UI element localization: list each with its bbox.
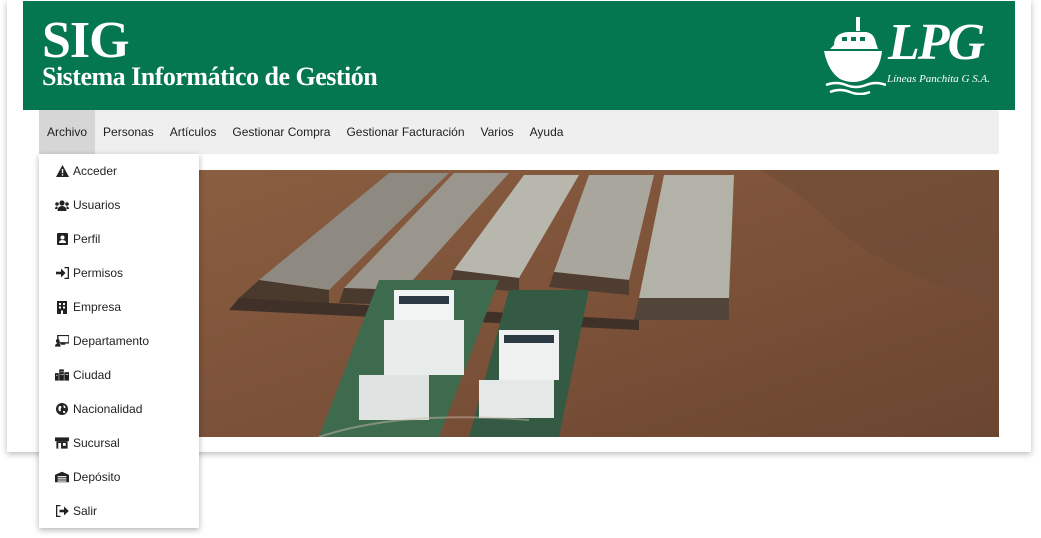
hero-barges-image: [199, 170, 999, 437]
nav-gestionar-compra[interactable]: Gestionar Compra: [224, 110, 338, 154]
menu-label: Usuarios: [73, 198, 121, 212]
menu-label: Acceder: [73, 164, 118, 178]
app-subtitle: Sistema Informático de Gestión: [42, 62, 378, 91]
profile-card-icon: [55, 232, 69, 246]
nav-archivo[interactable]: Archivo: [39, 110, 96, 154]
menu-item-salir[interactable]: Salir: [39, 494, 199, 528]
nav-varios[interactable]: Varios: [473, 110, 522, 154]
menu-item-sucursal[interactable]: Sucursal: [39, 426, 199, 460]
menu-label: Permisos: [73, 266, 124, 280]
nav-ayuda[interactable]: Ayuda: [522, 110, 572, 154]
menu-label: Perfil: [73, 232, 101, 246]
company-logo-subtitle: Líneas Panchita G S.A.: [887, 73, 990, 85]
menu-label: Ciudad: [73, 368, 112, 382]
menu-item-permisos[interactable]: Permisos: [39, 256, 199, 290]
sign-out-icon: [55, 504, 69, 518]
ship-logo-icon: [824, 17, 886, 95]
nav-personas[interactable]: Personas: [95, 110, 162, 154]
menu-label: Depósito: [73, 470, 121, 484]
chalkboard-teacher-icon: [55, 334, 69, 348]
building-icon: [55, 300, 69, 314]
menu-label: Nacionalidad: [73, 402, 143, 416]
menu-item-departamento[interactable]: Departamento: [39, 324, 199, 358]
menu-item-perfil[interactable]: Perfil: [39, 222, 199, 256]
sign-in-icon: [55, 266, 69, 280]
menu-label: Salir: [73, 504, 98, 518]
nav-gestionar-facturacion[interactable]: Gestionar Facturación: [338, 110, 472, 154]
menu-item-deposito[interactable]: Depósito: [39, 460, 199, 494]
company-logo-text: LPG: [888, 14, 985, 71]
warning-icon: [55, 164, 69, 178]
globe-icon: [55, 402, 69, 416]
warehouse-icon: [55, 470, 69, 484]
nav-articulos[interactable]: Artículos: [162, 110, 225, 154]
city-icon: [55, 368, 69, 382]
menu-item-ciudad[interactable]: Ciudad: [39, 358, 199, 392]
menu-item-usuarios[interactable]: Usuarios: [39, 188, 199, 222]
header-banner: SIG Sistema Informático de Gestión LPG L…: [23, 1, 1015, 110]
menu-label: Sucursal: [73, 436, 120, 450]
main-navbar: Archivo Personas Artículos Gestionar Com…: [39, 110, 999, 154]
menu-item-nacionalidad[interactable]: Nacionalidad: [39, 392, 199, 426]
app-title: SIG: [42, 12, 130, 69]
menu-label: Departamento: [73, 334, 150, 348]
archivo-dropdown-menu: Acceder Usuarios Perfil Permisos Empresa…: [39, 154, 199, 528]
users-icon: [55, 198, 69, 212]
store-icon: [55, 436, 69, 450]
menu-item-acceder[interactable]: Acceder: [39, 154, 199, 188]
menu-item-empresa[interactable]: Empresa: [39, 290, 199, 324]
menu-label: Empresa: [73, 300, 122, 314]
